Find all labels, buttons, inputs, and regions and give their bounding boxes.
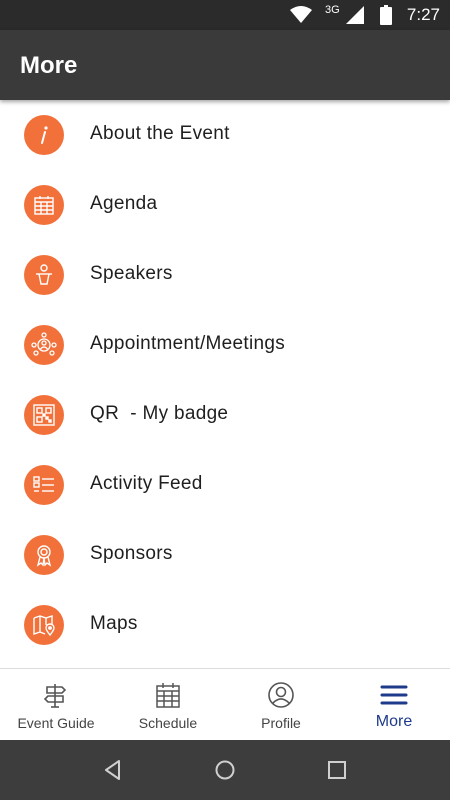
tab-more[interactable]: More xyxy=(338,669,450,741)
award-ribbon-icon xyxy=(24,535,64,575)
page-title: More xyxy=(20,52,78,79)
tab-schedule[interactable]: Schedule xyxy=(112,669,224,741)
home-icon[interactable] xyxy=(213,758,237,782)
system-nav-bar xyxy=(0,740,450,800)
hamburger-menu-icon xyxy=(380,685,408,705)
calendar-icon xyxy=(24,185,64,225)
network-type: 3G xyxy=(325,4,340,16)
menu-item-label: Agenda xyxy=(90,193,158,214)
tab-event-guide[interactable]: Event Guide xyxy=(0,669,112,741)
menu-item-label: Speakers xyxy=(90,263,173,284)
list-feed-icon xyxy=(24,465,64,505)
status-bar: 3G 7:27 xyxy=(0,0,450,30)
menu-item-sponsors[interactable]: Sponsors xyxy=(0,520,450,590)
recents-icon[interactable] xyxy=(325,758,349,782)
info-icon xyxy=(24,115,64,155)
speaker-podium-icon xyxy=(24,255,64,295)
tab-label: More xyxy=(375,713,413,730)
menu-item-qr-badge[interactable]: QR - My badge xyxy=(0,380,450,450)
menu-item-label: About the Event xyxy=(90,123,230,144)
qr-code-icon xyxy=(24,395,64,435)
map-pin-icon xyxy=(24,605,64,645)
signpost-icon xyxy=(43,684,67,708)
menu-item-label: QR - My badge xyxy=(90,403,229,424)
more-menu-list: About the Event Agenda Speakers Appointm… xyxy=(0,100,450,660)
tab-label: Event Guide xyxy=(17,715,95,731)
clock: 7:27 xyxy=(406,5,440,24)
menu-item-appointments[interactable]: Appointment/Meetings xyxy=(0,310,450,380)
tab-label: Profile xyxy=(261,715,301,731)
tab-profile[interactable]: Profile xyxy=(225,669,337,741)
network-people-icon xyxy=(24,325,64,365)
menu-item-speakers[interactable]: Speakers xyxy=(0,240,450,310)
signal-icon xyxy=(346,6,364,24)
wifi-icon xyxy=(290,6,312,23)
tab-label: Schedule xyxy=(138,715,198,731)
menu-item-label: Sponsors xyxy=(90,543,173,564)
menu-item-activity-feed[interactable]: Activity Feed xyxy=(0,450,450,520)
back-icon[interactable] xyxy=(101,758,125,782)
menu-item-label: Appointment/Meetings xyxy=(90,333,286,354)
menu-item-label: Maps xyxy=(90,613,138,634)
menu-item-label: Activity Feed xyxy=(90,473,203,494)
bottom-nav: Event Guide Schedule Profile More xyxy=(0,668,450,741)
calendar-icon xyxy=(156,683,180,708)
user-circle-icon xyxy=(268,682,294,708)
menu-item-maps[interactable]: Maps xyxy=(0,590,450,660)
menu-item-about-event[interactable]: About the Event xyxy=(0,100,450,170)
battery-icon xyxy=(380,5,392,25)
app-bar: More xyxy=(0,30,450,100)
menu-item-agenda[interactable]: Agenda xyxy=(0,170,450,240)
